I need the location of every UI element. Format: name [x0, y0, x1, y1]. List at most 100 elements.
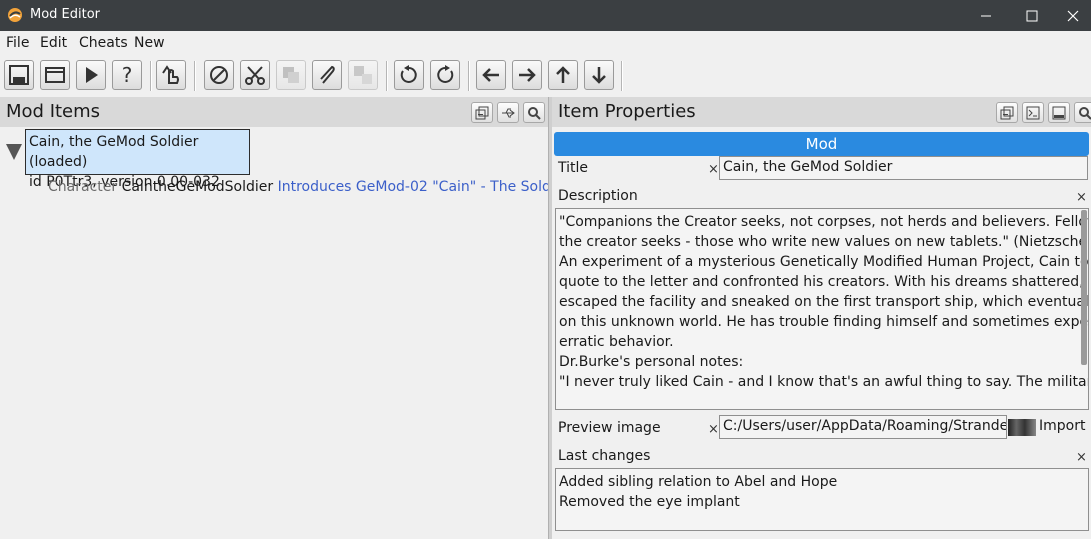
preview-image-label: Preview image — [558, 420, 661, 436]
panel-button[interactable] — [1048, 102, 1070, 123]
help-button[interactable]: ? — [112, 60, 142, 90]
menu-edit[interactable]: Edit — [40, 35, 67, 51]
close-icon — [1067, 10, 1079, 21]
arrow-down-icon — [592, 67, 606, 84]
paste-icon — [320, 65, 335, 84]
move-up-button[interactable] — [548, 60, 578, 90]
item-properties-header: Item Properties — [552, 97, 1091, 127]
move-left-button[interactable] — [476, 60, 506, 90]
collapse-icon — [1000, 106, 1014, 119]
mod-items-tree: Cain, the GeMod Soldier (loaded) id P0Tt… — [0, 127, 569, 539]
search-button[interactable] — [523, 102, 545, 123]
window-button[interactable] — [40, 60, 70, 90]
preview-image-path-field[interactable]: C:/Users/user/AppData/Roaming/Stranded - — [719, 415, 1007, 439]
panel-title: Mod Items — [6, 101, 101, 122]
play-icon — [86, 67, 98, 83]
menu-new[interactable]: New — [134, 35, 165, 51]
mod-node-title: Cain, the GeMod Soldier (loaded) — [29, 134, 199, 170]
clear-title-button[interactable]: × — [708, 162, 719, 177]
toolbar-separator — [150, 61, 152, 91]
move-right-button[interactable] — [512, 60, 542, 90]
search-icon — [1079, 106, 1091, 120]
item-description: Introduces GeMod-02 "Cain" - The Soldier — [277, 179, 570, 195]
description-line: the creator seeks - those who write new … — [559, 234, 1089, 250]
description-textarea[interactable]: "Companions the Creator seeks, not corps… — [555, 208, 1089, 410]
console-button[interactable] — [1022, 102, 1044, 123]
description-line: An experiment of a mysterious Geneticall… — [559, 254, 1089, 270]
help-icon: ? — [122, 63, 133, 87]
toolbar-separator — [468, 61, 470, 91]
terminal-icon — [1026, 106, 1040, 119]
description-line: quote to the letter and confronted his c… — [559, 274, 1089, 290]
save-button[interactable] — [4, 60, 34, 90]
redo-button[interactable] — [430, 60, 460, 90]
item-type: Character — [48, 179, 118, 195]
paste-button[interactable] — [312, 60, 342, 90]
maximize-icon — [1026, 10, 1038, 21]
duplicate-icon — [354, 66, 372, 84]
section-header-mod: Mod — [554, 132, 1089, 156]
stop-button[interactable] — [204, 60, 234, 90]
description-line: "Companions the Creator seeks, not corps… — [559, 214, 1089, 230]
menu-cheats[interactable]: Cheats — [79, 35, 128, 51]
redo-icon — [437, 65, 454, 83]
mod-items-header: Mod Items — [0, 97, 548, 127]
description-line: erratic behavior. — [559, 334, 674, 350]
collapse-icon — [475, 106, 489, 119]
play-button[interactable] — [76, 60, 106, 90]
toolbar-separator — [621, 61, 623, 91]
mod-tree-node[interactable]: Cain, the GeMod Soldier (loaded) id P0Tt… — [25, 129, 250, 190]
window-title: Mod Editor — [30, 7, 101, 22]
move-down-button[interactable] — [584, 60, 614, 90]
undo-button[interactable] — [394, 60, 424, 90]
usb-icon — [502, 108, 515, 117]
import-button[interactable]: Import — [1039, 418, 1085, 434]
clear-preview-button[interactable]: × — [708, 422, 719, 437]
minimize-button[interactable] — [963, 0, 1009, 31]
panel-icon — [1052, 106, 1066, 119]
expand-arrow-icon[interactable] — [6, 144, 22, 160]
title-label: Title — [558, 160, 589, 176]
toolbar-separator — [194, 61, 196, 91]
description-line: Dr.Burke's personal notes: — [559, 354, 744, 370]
title-bar: Mod Editor — [0, 0, 1091, 31]
last-changes-line: Removed the eye implant — [559, 494, 740, 510]
character-tree-item[interactable]: Character CaintheGeModSoldier Introduces… — [48, 179, 569, 195]
title-field[interactable]: Cain, the GeMod Soldier — [719, 156, 1088, 180]
panel-title: Item Properties — [558, 101, 696, 122]
menu-file[interactable]: File — [6, 35, 29, 51]
arrow-left-icon — [482, 68, 499, 82]
save-icon — [9, 65, 29, 85]
description-scrollbar[interactable] — [1081, 210, 1087, 365]
description-line: "I never truly liked Cain - and I know t… — [559, 374, 1089, 390]
cut-icon — [245, 66, 265, 85]
duplicate-button[interactable] — [348, 60, 378, 90]
item-name: CaintheGeModSoldier — [121, 179, 274, 195]
search-button[interactable] — [1074, 102, 1091, 123]
description-line: on this unknown world. He has trouble fi… — [559, 314, 1089, 330]
app-logo-icon — [8, 8, 22, 22]
svg-text:?: ? — [122, 63, 133, 87]
copy-icon — [283, 67, 299, 83]
last-changes-textarea[interactable]: Added sibling relation to Abel and Hope … — [555, 468, 1089, 531]
toolbar-separator — [386, 61, 388, 91]
hand-cursor-icon — [162, 65, 179, 84]
close-button[interactable] — [1055, 0, 1091, 31]
item-properties-body: Mod Title × Cain, the GeMod Soldier Desc… — [552, 127, 1091, 539]
copy-button[interactable] — [276, 60, 306, 90]
collapse-all-button[interactable] — [996, 102, 1018, 123]
cut-button[interactable] — [240, 60, 270, 90]
collapse-all-button[interactable] — [471, 102, 493, 123]
stop-icon — [210, 66, 228, 84]
menu-bar: File Edit Cheats New — [0, 31, 1091, 56]
arrow-up-icon — [556, 66, 570, 83]
clear-last-changes-button[interactable]: × — [1076, 450, 1087, 465]
toolbar: ? — [0, 56, 1091, 96]
undo-icon — [400, 65, 417, 83]
last-changes-label: Last changes — [558, 448, 651, 464]
clear-description-button[interactable]: × — [1076, 190, 1087, 205]
select-button[interactable] — [156, 60, 186, 90]
description-label: Description — [558, 188, 638, 204]
usb-button[interactable] — [497, 102, 519, 123]
maximize-button[interactable] — [1009, 0, 1055, 31]
